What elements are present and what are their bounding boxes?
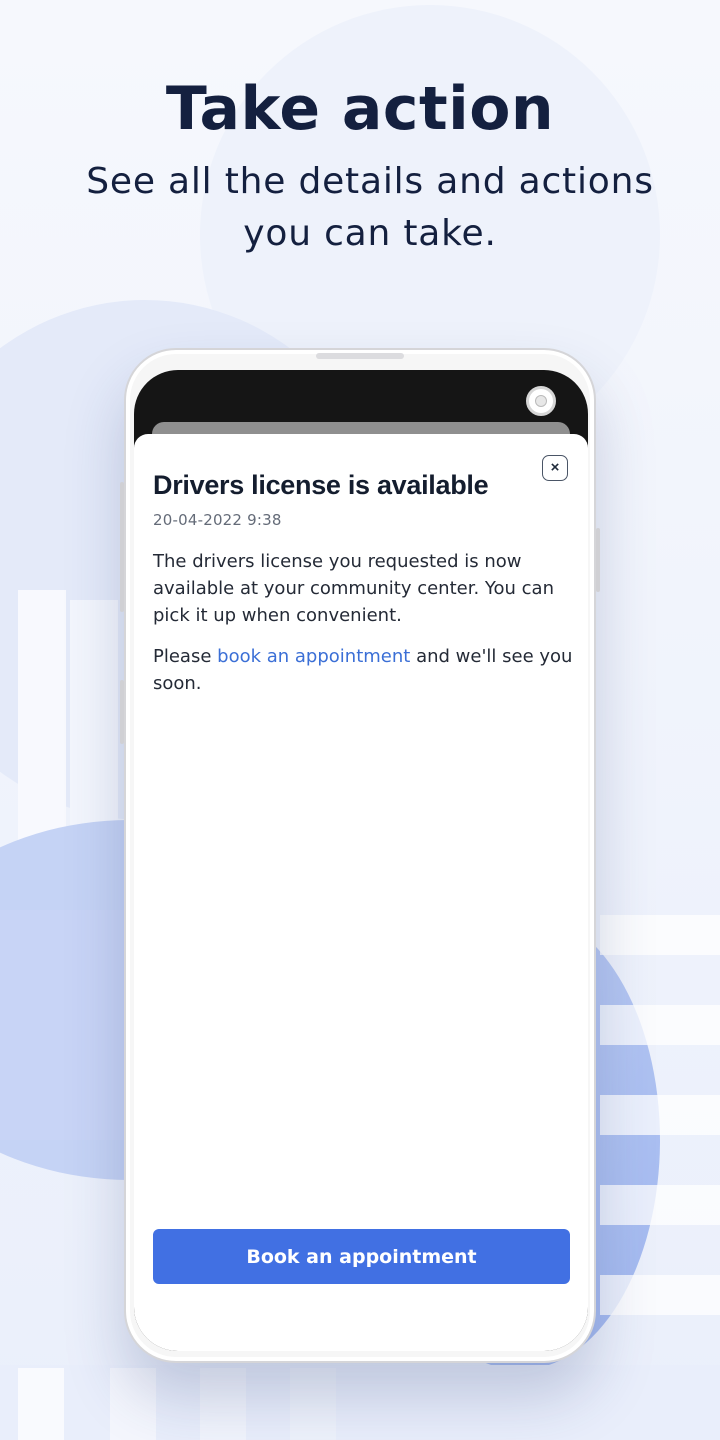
volume-button [120,482,124,612]
notification-title: Drivers license is available [153,470,489,500]
phone-mockup: × Drivers license is available 20-04-202… [120,348,600,1363]
power-button [596,528,600,592]
close-button[interactable]: × [542,455,568,481]
book-appointment-link[interactable]: book an appointment [217,646,410,667]
close-icon: × [550,459,560,476]
paragraph-text-before: Please [153,646,218,667]
phone-speaker [316,353,404,359]
book-appointment-button[interactable]: Book an appointment [153,1229,570,1284]
side-button [120,680,124,744]
notification-detail-sheet: × Drivers license is available 20-04-202… [134,434,588,1351]
notification-body: The drivers license you requested is now… [153,548,573,711]
phone-screen: × Drivers license is available 20-04-202… [134,370,588,1351]
promo-subheadline: See all the details and actions you can … [86,161,654,254]
promo-headline: Take action [165,74,555,144]
notification-timestamp: 20-04-2022 9:38 [153,511,282,529]
front-camera-icon [526,386,556,416]
notification-paragraph-action: Please book an appointment and we'll see… [153,643,573,697]
notification-paragraph: The drivers license you requested is now… [153,551,554,626]
